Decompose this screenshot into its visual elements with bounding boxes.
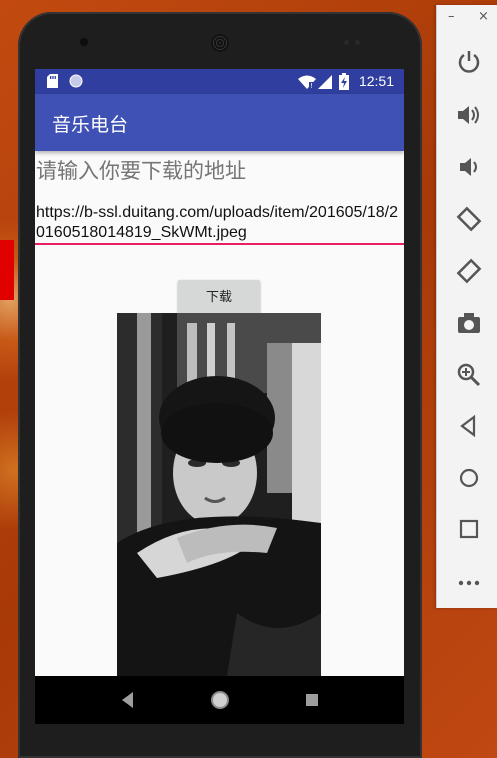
rotate-right-icon[interactable] [456, 258, 482, 284]
app-bar: 音乐电台 [35, 94, 404, 151]
minimize-button[interactable]: – [448, 9, 455, 24]
phone-screen: ! 12:51 音乐电台 请输入你要下载的地址 https://b-ssl.du… [35, 69, 404, 724]
desktop-red-element [0, 240, 14, 300]
sync-dot-icon [69, 74, 83, 88]
back-icon[interactable] [456, 413, 482, 439]
sd-card-icon [47, 74, 58, 88]
sensor-icon [355, 40, 360, 45]
url-input-underline [35, 243, 404, 245]
overview-icon[interactable] [456, 516, 482, 542]
svg-text:!: ! [310, 82, 313, 89]
nav-recents-icon[interactable] [305, 693, 319, 707]
download-button[interactable]: 下载 [178, 280, 260, 316]
app-title: 音乐电台 [52, 114, 129, 136]
speaker-grille-icon [211, 34, 229, 52]
volume-up-icon[interactable] [456, 102, 482, 128]
navigation-bar [35, 676, 404, 724]
camera-icon[interactable] [456, 310, 482, 336]
url-input[interactable]: https://b-ssl.duitang.com/uploads/item/2… [36, 203, 404, 243]
rotate-left-icon[interactable] [456, 206, 482, 232]
close-button[interactable]: × [478, 9, 489, 24]
portrait-photo-icon [117, 313, 321, 676]
more-icon[interactable] [456, 570, 482, 596]
battery-charging-icon [339, 73, 349, 90]
clock: 12:51 [358, 73, 394, 89]
downloaded-image [117, 313, 321, 676]
emulator-toolbar: – × [436, 5, 497, 608]
zoom-icon[interactable] [456, 362, 482, 388]
front-camera-icon [80, 38, 88, 46]
wifi-icon: ! [298, 75, 316, 89]
volume-down-icon[interactable] [456, 154, 482, 180]
url-prompt-label: 请输入你要下载的地址 [36, 159, 246, 183]
nav-home-icon[interactable] [209, 689, 231, 711]
sensor-icon [344, 40, 349, 45]
home-icon[interactable] [456, 465, 482, 491]
power-icon[interactable] [456, 49, 482, 75]
nav-back-icon[interactable] [119, 690, 135, 710]
cell-signal-icon [318, 75, 332, 89]
status-bar: ! 12:51 [35, 69, 404, 94]
